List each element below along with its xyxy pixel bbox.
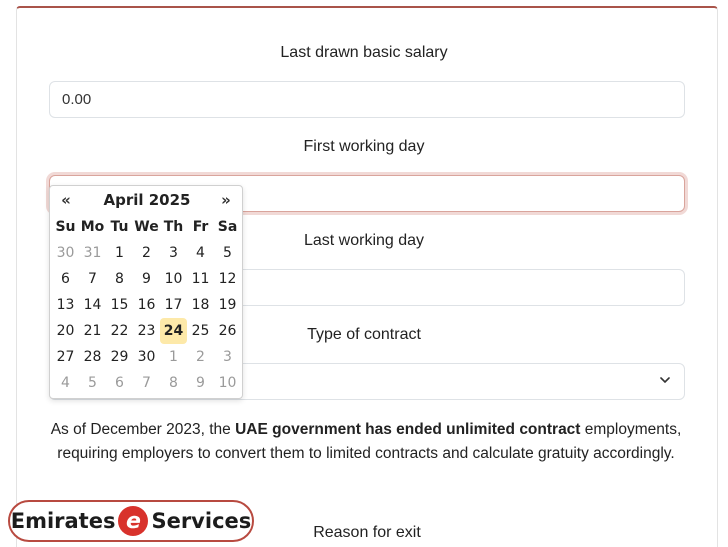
datepicker-month-title[interactable]: April 2025 bbox=[86, 191, 208, 209]
calendar-day[interactable]: 7 bbox=[133, 370, 160, 396]
weekday-header: Mo bbox=[80, 219, 105, 235]
calendar-day[interactable]: 8 bbox=[106, 266, 133, 292]
first-day-label: First working day bbox=[303, 138, 425, 155]
weekday-header: We bbox=[134, 219, 159, 235]
weekday-header: Sa bbox=[217, 219, 238, 235]
notice-text-start: As of December 2023, the bbox=[50, 421, 236, 438]
calendar-day[interactable]: 11 bbox=[187, 266, 214, 292]
chevron-down-icon bbox=[660, 377, 670, 383]
calendar-day[interactable]: 30 bbox=[52, 240, 79, 266]
calendar-day[interactable]: 3 bbox=[160, 240, 187, 266]
salary-input[interactable]: 0.00 bbox=[49, 81, 685, 118]
datepicker-grid: Su Mo Tu We Th Fr Sa 30 31 1 2 3 4 5 6 7 8 9 10 11 12 13 14 15 1… bbox=[52, 214, 242, 396]
calendar-day[interactable]: 7 bbox=[79, 266, 106, 292]
notice-text-bold: UAE government has ended unlimited contr… bbox=[235, 421, 581, 438]
calendar-day[interactable]: 31 bbox=[79, 240, 106, 266]
calendar-day[interactable]: 6 bbox=[106, 370, 133, 396]
calendar-day[interactable]: 27 bbox=[52, 344, 79, 370]
weekday-header: Fr bbox=[192, 219, 209, 235]
prev-month-button[interactable]: « bbox=[54, 191, 78, 211]
calendar-day[interactable]: 22 bbox=[106, 318, 133, 344]
calendar-day[interactable]: 10 bbox=[160, 266, 187, 292]
calendar-day[interactable]: 15 bbox=[106, 292, 133, 318]
calendar-day[interactable]: 9 bbox=[133, 266, 160, 292]
weekday-header: Tu bbox=[110, 219, 129, 235]
calendar-day[interactable]: 21 bbox=[79, 318, 106, 344]
calendar-day[interactable]: 12 bbox=[214, 266, 241, 292]
weekday-header: Th bbox=[163, 219, 184, 235]
calendar-day[interactable]: 2 bbox=[187, 344, 214, 370]
datepicker-header: « April 2025 » bbox=[50, 186, 242, 214]
logo-e-mark: e bbox=[118, 506, 149, 536]
calendar-day[interactable]: 30 bbox=[133, 344, 160, 370]
contract-notice: As of December 2023, the UAE government … bbox=[40, 418, 692, 466]
calendar-day[interactable]: 5 bbox=[79, 370, 106, 396]
next-month-button[interactable]: » bbox=[214, 191, 238, 211]
calendar-day[interactable]: 2 bbox=[133, 240, 160, 266]
calendar-day[interactable]: 1 bbox=[160, 344, 187, 370]
calendar-day[interactable]: 10 bbox=[214, 370, 241, 396]
weekday-header: Su bbox=[55, 219, 76, 235]
calendar-day[interactable]: 1 bbox=[106, 240, 133, 266]
calendar-day-today[interactable]: 24 bbox=[160, 318, 187, 344]
logo-text-right: Services bbox=[151, 509, 252, 533]
salary-label: Last drawn basic salary bbox=[280, 44, 448, 61]
emirates-services-logo: Emirates e Services bbox=[8, 500, 254, 542]
calendar-day[interactable]: 14 bbox=[79, 292, 106, 318]
calendar-day[interactable]: 26 bbox=[214, 318, 241, 344]
calendar-day[interactable]: 8 bbox=[160, 370, 187, 396]
calendar-day[interactable]: 4 bbox=[187, 240, 214, 266]
calendar-day[interactable]: 17 bbox=[160, 292, 187, 318]
calendar-day[interactable]: 5 bbox=[214, 240, 241, 266]
calendar-day[interactable]: 19 bbox=[214, 292, 241, 318]
calendar-day[interactable]: 16 bbox=[133, 292, 160, 318]
calendar-day[interactable]: 28 bbox=[79, 344, 106, 370]
calendar-day[interactable]: 6 bbox=[52, 266, 79, 292]
calendar-day[interactable]: 4 bbox=[52, 370, 79, 396]
calendar-day[interactable]: 18 bbox=[187, 292, 214, 318]
logo-text-left: Emirates bbox=[10, 509, 116, 533]
calendar-day[interactable]: 9 bbox=[187, 370, 214, 396]
calendar-day[interactable]: 25 bbox=[187, 318, 214, 344]
calendar-day[interactable]: 23 bbox=[133, 318, 160, 344]
datepicker-popup: « April 2025 » Su Mo Tu We Th Fr Sa 30 31 1 2 3 4 5 6 7… bbox=[49, 185, 243, 399]
calendar-day[interactable]: 20 bbox=[52, 318, 79, 344]
calendar-day[interactable]: 13 bbox=[52, 292, 79, 318]
calendar-day[interactable]: 29 bbox=[106, 344, 133, 370]
calendar-day[interactable]: 3 bbox=[214, 344, 241, 370]
